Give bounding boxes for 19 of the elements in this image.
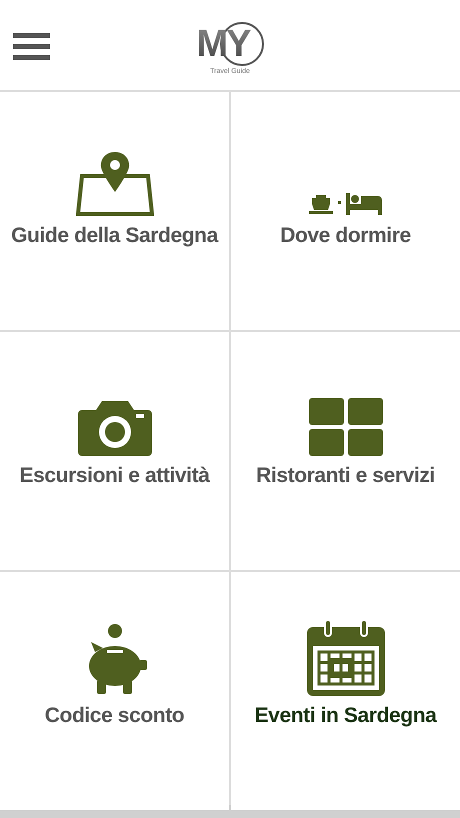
- grid-icon: [308, 398, 382, 456]
- menu-tile[interactable]: Guide della Sardegna: [0, 92, 229, 330]
- tile-label: Escursioni e attività: [19, 464, 210, 488]
- tile-label: Ristoranti e servizi: [256, 464, 435, 488]
- menu-tile[interactable]: Eventi in Sardegna: [231, 572, 460, 810]
- piggy-bank-icon: [88, 624, 146, 694]
- menu-tile[interactable]: Ristoranti e servizi: [231, 332, 460, 570]
- menu-tile[interactable]: Escursioni e attività: [0, 332, 229, 570]
- menu-icon[interactable]: [13, 31, 52, 61]
- menu-tile[interactable]: Dove dormire: [231, 92, 460, 330]
- ship-and-bed-icon: [308, 193, 382, 215]
- calendar-icon: [306, 620, 384, 696]
- tile-label: Guide della Sardegna: [11, 224, 218, 248]
- map-pin-icon: [76, 152, 154, 216]
- menu-tile[interactable]: Codice sconto: [0, 572, 229, 810]
- tile-label: Codice sconto: [44, 704, 184, 728]
- camera-icon: [78, 401, 152, 456]
- tile-label: Dove dormire: [280, 224, 411, 248]
- tile-label: Eventi in Sardegna: [254, 704, 436, 728]
